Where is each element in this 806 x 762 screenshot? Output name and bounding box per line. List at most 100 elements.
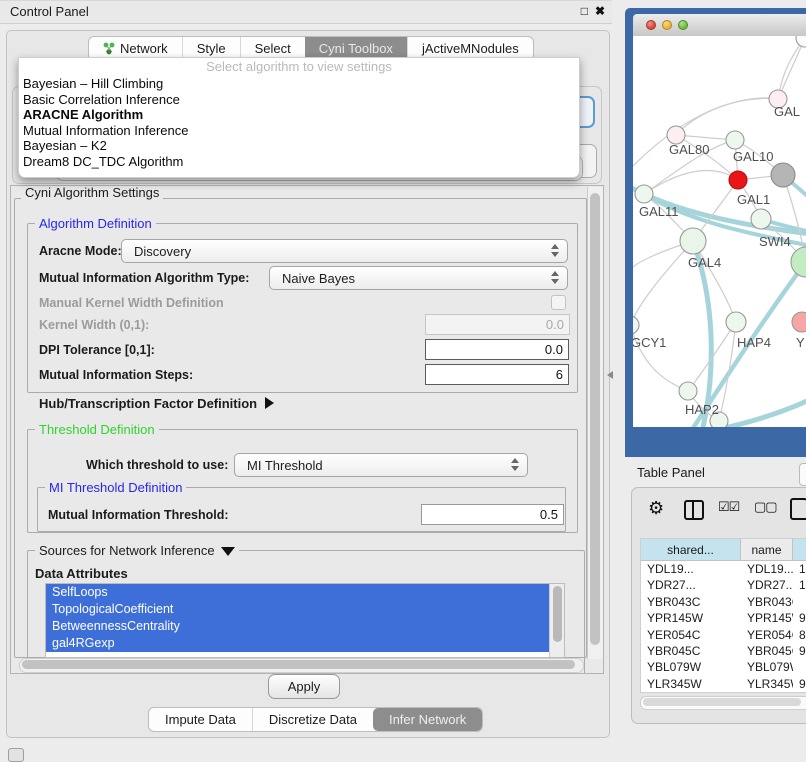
dropdown-item[interactable]: Mutual Information Inference (19, 123, 579, 139)
tab-select-label: Select (255, 41, 291, 56)
export-table-icon[interactable] (790, 498, 806, 520)
settings-vscroll-thumb[interactable] (590, 193, 600, 645)
node-gal10[interactable] (726, 131, 744, 149)
cell (793, 594, 806, 610)
node-swi4[interactable] (751, 209, 771, 229)
expand-right-icon (265, 397, 274, 409)
aracne-mode-combobox[interactable]: Discovery (121, 239, 568, 263)
network-window-titlebar[interactable] (633, 14, 806, 37)
hub-definition-expander[interactable]: Hub/Transcription Factor Definition (39, 396, 274, 411)
list-item[interactable]: TopologicalCoefficient (46, 601, 556, 618)
which-threshold-combobox[interactable]: MI Threshold (234, 453, 528, 477)
gear-icon[interactable]: ⚙ (648, 498, 664, 519)
tab-discretize-data-label: Discretize Data (269, 712, 357, 727)
table-row[interactable]: YIL052CYIL052C9 (641, 692, 806, 693)
list-item[interactable]: gal4RGexp (46, 635, 556, 652)
mi-threshold-field[interactable] (421, 504, 564, 525)
manual-kernel-width-checkbox[interactable] (551, 295, 566, 310)
table-row[interactable]: YDR27...YDR27...12 (641, 577, 806, 593)
table-row[interactable]: YLR345WYLR345W9. (641, 676, 806, 692)
table-row[interactable]: YPR145WYPR145W9. (641, 610, 806, 626)
stepper-arrows-icon (551, 244, 559, 257)
table-row[interactable]: YDL19...YDL19...13 (641, 561, 806, 577)
dropdown-item-selected[interactable]: ARACNE Algorithm (19, 107, 579, 123)
node[interactable] (796, 36, 806, 47)
list-scrollbar-thumb[interactable] (553, 586, 562, 642)
kernel-width-field[interactable] (425, 314, 570, 335)
node[interactable] (792, 312, 806, 332)
mi-algorithm-type-combobox[interactable]: Naive Bayes (269, 266, 568, 290)
panel-splitter-collapse-icon[interactable] (607, 371, 613, 379)
network-canvas[interactable]: GAL GAL80 GAL10 GAL1 GAL11 SWI4 GAL4 GCY… (633, 36, 806, 427)
deselect-all-columns-icon[interactable]: ▢▢ (754, 499, 777, 515)
dpi-tolerance-field[interactable] (425, 339, 569, 360)
close-traffic-light[interactable] (646, 20, 656, 30)
tab-infer-network[interactable]: Infer Network (373, 708, 482, 731)
algorithm-dropdown-placeholder: Select algorithm to view settings (19, 58, 579, 76)
list-item[interactable]: SelfLoops (46, 584, 556, 601)
column-header-name[interactable]: name (741, 539, 793, 560)
list-scrollbar[interactable] (549, 584, 564, 657)
cell: 9 (793, 692, 806, 693)
settings-horizontal-scrollbar[interactable] (19, 658, 584, 673)
table-horizontal-scrollbar[interactable] (640, 696, 806, 710)
node[interactable] (771, 163, 795, 187)
settings-hscroll-thumb[interactable] (22, 660, 575, 669)
cell: 9. (793, 643, 806, 659)
edge (719, 398, 806, 427)
table-row[interactable]: YBR045CYBR045C9. (641, 643, 806, 659)
dropdown-item[interactable]: Bayesian – K2 (19, 138, 579, 154)
edge (644, 171, 738, 194)
table-row[interactable]: YBR043CYBR043C (641, 594, 806, 610)
close-icon[interactable]: ✖ (595, 4, 605, 18)
node-label: GAL10 (733, 149, 773, 164)
zoom-traffic-light[interactable] (678, 20, 688, 30)
node-gcy1[interactable] (633, 316, 639, 334)
cell: YBR043C (641, 594, 741, 610)
column-header-cut[interactable] (793, 539, 806, 560)
table-toolbar: ⚙ ☑☑ ▢▢ (632, 496, 806, 526)
apply-button[interactable]: Apply (268, 674, 340, 699)
node-table[interactable]: shared... name YDL19...YDL19...13 YDR27.… (640, 538, 806, 693)
select-all-columns-icon[interactable]: ☑☑ (718, 499, 739, 515)
which-threshold-value: MI Threshold (247, 458, 323, 473)
sources-expander[interactable]: Sources for Network Inference (35, 543, 239, 558)
tab-impute-data[interactable]: Impute Data (149, 708, 252, 731)
node-gal11[interactable] (635, 185, 653, 203)
tab-infer-network-label: Infer Network (389, 712, 466, 727)
cell: YBL079W (641, 659, 741, 675)
table-row[interactable]: YBL079WYBL079W (641, 659, 806, 675)
edge (778, 38, 805, 99)
kernel-width-label: Kernel Width (0,1): (39, 318, 149, 332)
tab-jactivemnodules-label: jActiveMNodules (422, 41, 519, 56)
node-hap2[interactable] (679, 382, 697, 400)
table-row[interactable]: YER054CYER054C8. (641, 627, 806, 643)
tab-discretize-data[interactable]: Discretize Data (252, 708, 373, 731)
node[interactable] (791, 247, 806, 277)
cell: YLR345W (641, 676, 741, 692)
column-header-shared-name[interactable]: shared... (641, 539, 741, 560)
mi-steps-field[interactable] (425, 364, 569, 385)
minimize-traffic-light[interactable] (662, 20, 672, 30)
data-attributes-list[interactable]: SelfLoops TopologicalCoefficient Between… (45, 583, 565, 658)
node-gal4[interactable] (680, 228, 706, 254)
settings-vertical-scrollbar[interactable] (587, 187, 603, 659)
list-item[interactable]: BetweennessCentrality (46, 618, 556, 635)
bottom-mini-button[interactable] (8, 748, 24, 762)
float-window-icon[interactable]: □ (581, 4, 588, 18)
dropdown-item[interactable]: Dream8 DC_TDC Algorithm (19, 154, 579, 170)
dropdown-item[interactable]: Basic Correlation Inference (19, 92, 579, 108)
dropdown-item[interactable]: Bayesian – Hill Climbing (19, 76, 579, 92)
node-label: SWI4 (759, 234, 791, 249)
aracne-mode-value: Discovery (134, 244, 191, 259)
columns-icon[interactable] (684, 500, 704, 520)
node-gal1-selected[interactable] (729, 171, 747, 189)
table-panel-title: Table Panel (637, 465, 705, 480)
node-hap4[interactable] (726, 312, 746, 332)
table-hscroll-thumb[interactable] (643, 698, 801, 706)
cell: 8. (793, 627, 806, 643)
cell: 13 (793, 561, 806, 577)
stepper-arrows-icon (511, 458, 519, 471)
node-label: HAP2 (685, 402, 719, 417)
cell: YIL052C (741, 692, 793, 693)
